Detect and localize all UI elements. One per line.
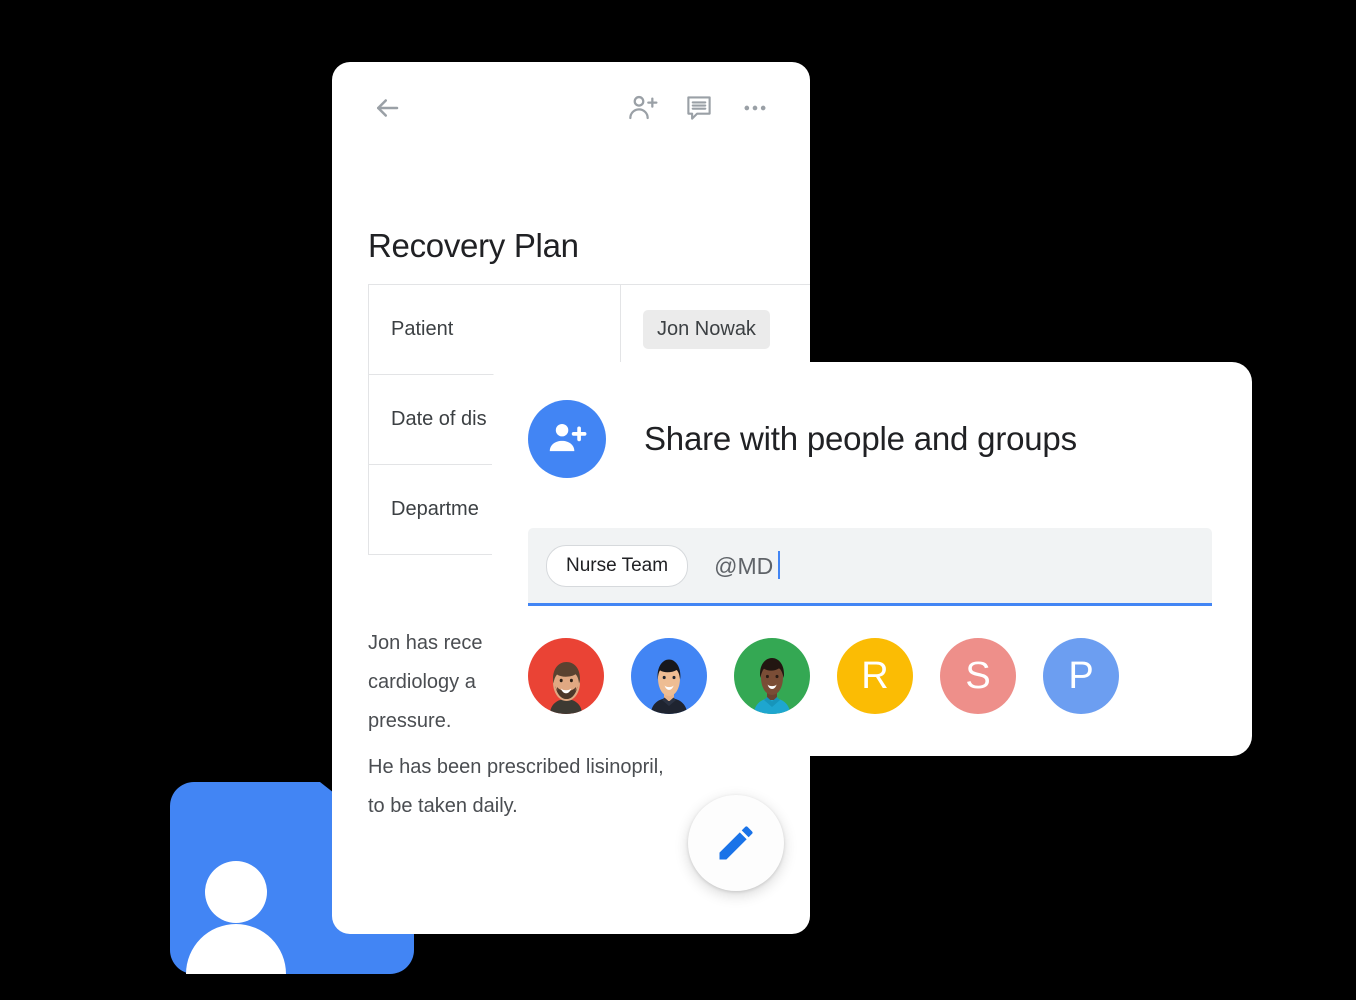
app-bar	[332, 62, 810, 154]
table-cell-value: Jon Nowak	[620, 284, 810, 375]
person-photo-nurse	[754, 658, 790, 714]
avatar-photo-1[interactable]	[528, 638, 604, 714]
table-cell-key: Patient	[368, 284, 621, 375]
avatar-initial-p[interactable]: P	[1043, 638, 1119, 714]
avatar-initial-letter: R	[861, 655, 889, 697]
suggested-people-row: R S P	[528, 638, 1119, 714]
comment-icon[interactable]	[678, 87, 720, 129]
back-arrow-icon[interactable]	[366, 87, 408, 129]
edit-fab-button[interactable]	[688, 795, 784, 891]
share-dialog-title: Share with people and groups	[644, 420, 1077, 457]
avatar-initial-letter: S	[965, 655, 991, 697]
table-row: Patient Jon Nowak	[368, 284, 810, 375]
avatar-photo-3[interactable]	[734, 638, 810, 714]
avatar-initial-letter: P	[1068, 655, 1094, 697]
share-input[interactable]: Nurse Team @MD	[528, 528, 1212, 606]
screenshot-root: Recovery Plan Patient Jon Nowak Date of …	[0, 0, 1356, 1000]
person-add-icon[interactable]	[622, 87, 664, 129]
person-add-circle-icon	[528, 400, 606, 478]
share-dialog: Share with people and groups Nurse Team …	[492, 362, 1252, 756]
page-title: Recovery Plan	[368, 227, 579, 264]
share-input-value: @MD	[714, 551, 781, 580]
more-options-icon[interactable]	[734, 87, 776, 129]
person-photo-bearded-man	[550, 662, 582, 714]
highlighted-value: Jon Nowak	[643, 310, 770, 349]
avatar-initial-s[interactable]: S	[940, 638, 1016, 714]
share-dialog-header: Share with people and groups	[528, 400, 1077, 478]
avatar-initial-r[interactable]: R	[837, 638, 913, 714]
avatar-photo-2[interactable]	[631, 638, 707, 714]
text-caret	[778, 551, 781, 579]
chip-nurse-team[interactable]: Nurse Team	[546, 544, 689, 587]
share-input-typed-text: @MD	[714, 553, 774, 579]
person-photo-dark-hair-man	[651, 659, 687, 714]
pencil-icon	[719, 826, 753, 860]
